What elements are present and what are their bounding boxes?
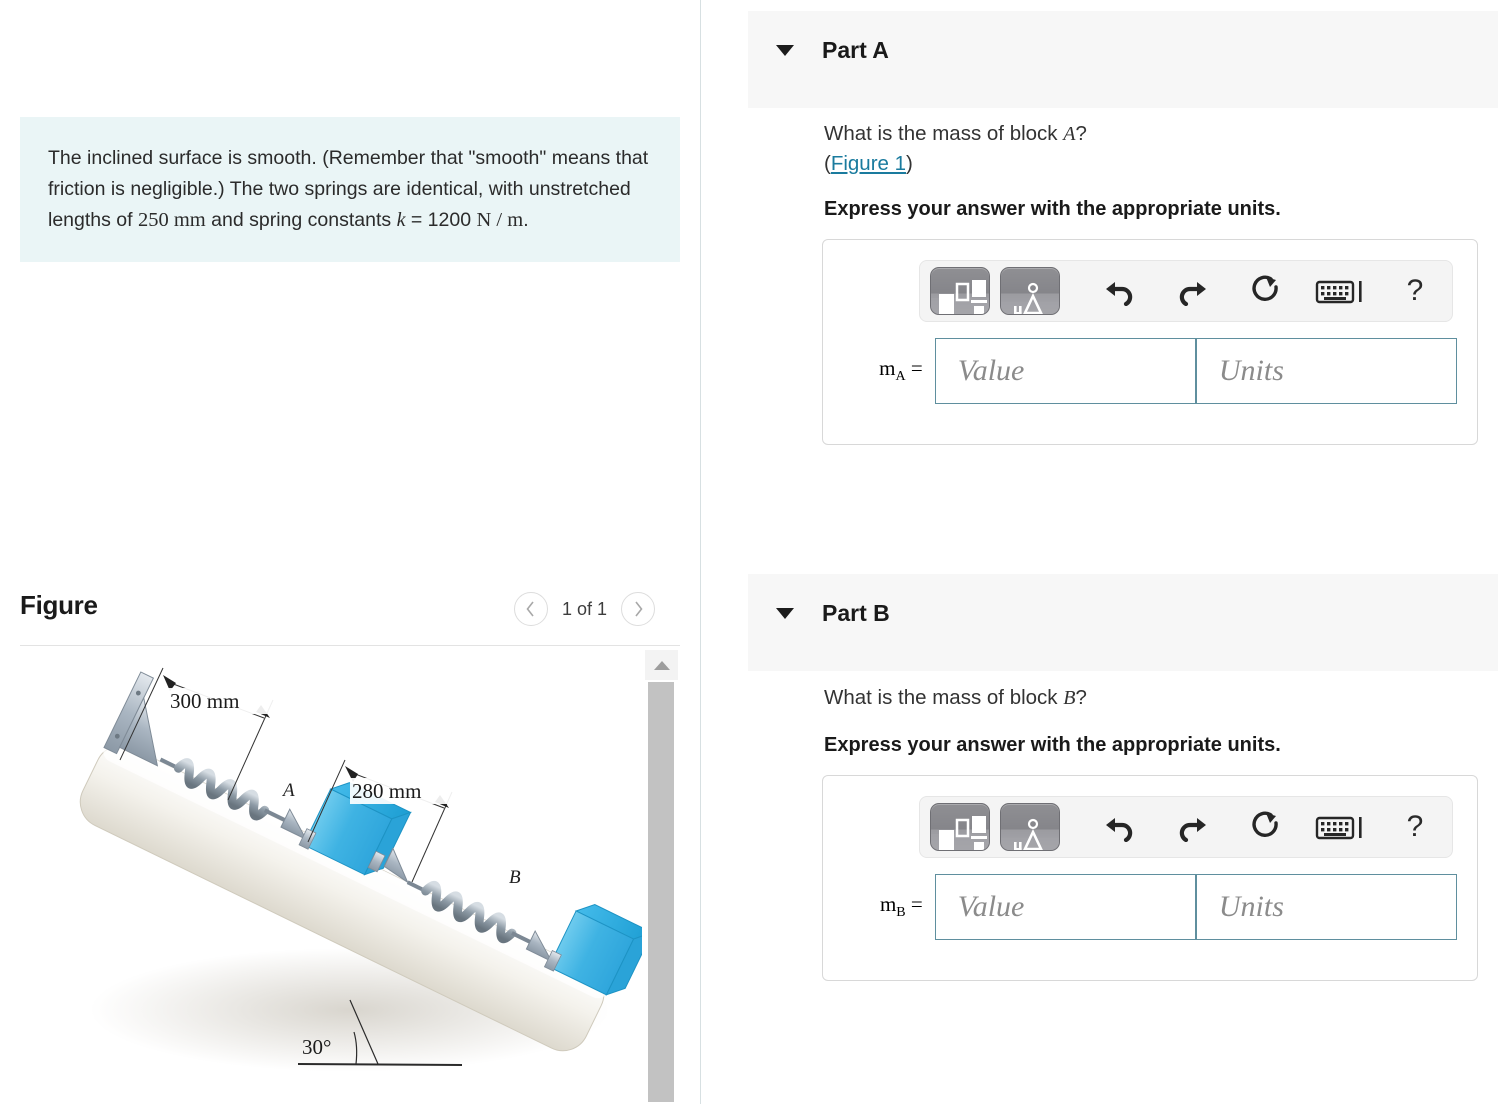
part-a-units-input[interactable]: Units [1195,338,1457,404]
math-template-icon[interactable] [930,267,990,315]
keyboard-glyph [1315,816,1362,840]
part-a-header[interactable]: Part A [748,11,1498,108]
part-a-instruction: Express your answer with the appropriate… [824,198,1281,220]
part-b-question-var: B [1063,687,1076,709]
problem-text-2: and spring constants [205,209,397,231]
part-a-var-sub: A [895,369,906,385]
triangle-up-icon [653,660,670,670]
figure-next-button[interactable] [621,592,655,626]
part-a-question-prefix: What is the mass of block [824,122,1064,145]
part-b-var-sub: B [896,905,906,921]
problem-statement: The inclined surface is smooth. (Remembe… [20,117,680,262]
help-icon[interactable]: ? [1378,803,1452,851]
part-a-answer-row: mA = Value Units [847,338,1457,404]
right-panel: Part A What is the mass of block A? (Fig… [701,0,1498,1104]
undo-icon[interactable] [1082,267,1156,315]
part-b-answer-row: mB = Value Units [847,874,1457,940]
chevron-left-icon [526,601,535,617]
part-b-toolbar: ? [919,796,1453,858]
incline-angle-label: 30° [302,1035,331,1059]
part-b-question-suffix: ? [1075,686,1087,709]
part-b-var-eq: = [905,892,923,917]
unstretched-length-unit: mm [173,209,206,231]
part-b-answer-box: ? mB = Value Units [822,775,1478,981]
figure-divider [20,645,680,646]
problem-period: . [523,209,529,231]
inclined-plane-figure: A B 300 mm 280 mm 30° [79,667,642,1072]
part-a-variable-label: mA = [847,356,935,385]
part-a-var-eq: = [905,356,923,381]
units-glyph [1001,282,1059,314]
reset-icon[interactable] [1230,267,1304,315]
part-b-value-input[interactable]: Value [934,874,1196,940]
unstretched-length-value: 250 [137,209,169,231]
part-a-link-open: ( [824,152,831,175]
keyboard-icon[interactable] [1304,267,1378,315]
figure-title: Figure [20,590,98,620]
part-b-variable-label: mB = [847,892,935,921]
dimension-280-label: 280 mm [352,779,421,803]
part-b-units-input[interactable]: Units [1195,874,1457,940]
figure-1-link[interactable]: Figure 1 [831,152,906,175]
part-b-header[interactable]: Part B [748,574,1498,671]
figure-header: Figure 1 of 1 [20,588,680,644]
reset-glyph [1252,811,1278,837]
part-a-value-input[interactable]: Value [934,338,1196,404]
reset-icon[interactable] [1230,803,1304,851]
part-a-link-close: ) [906,152,913,175]
part-b-instruction: Express your answer with the appropriate… [824,734,1281,756]
part-b-var-prefix: m [879,892,897,917]
figure-scroll-thumb[interactable] [648,682,674,1102]
block-b-label: B [509,867,521,888]
undo-icon[interactable] [1082,803,1156,851]
figure-viewport: A B 300 mm 280 mm 30° [20,650,642,1104]
part-b-question-prefix: What is the mass of block [824,686,1064,709]
collapse-caret-icon[interactable] [776,45,794,56]
math-template-glyph [931,280,989,314]
units-glyph [1001,818,1059,850]
spring-constant-unit: N / m [476,209,524,231]
redo-glyph [1179,282,1206,306]
undo-glyph [1106,282,1133,306]
undo-glyph [1106,818,1133,842]
part-a-title: Part A [822,37,889,63]
spring-constant-equals: = 1200 [405,209,477,231]
figure-scroll-up-button[interactable] [645,650,678,680]
keyboard-icon[interactable] [1304,803,1378,851]
units-icon[interactable] [1000,267,1060,315]
collapse-caret-icon[interactable] [776,608,794,619]
part-a-toolbar: ? [919,260,1453,322]
help-icon[interactable]: ? [1378,267,1452,315]
redo-icon[interactable] [1156,267,1230,315]
part-a-question: What is the mass of block A? (Figure 1) [824,119,1087,179]
figure-prev-button[interactable] [513,592,548,626]
left-panel: The inclined surface is smooth. (Remembe… [0,0,700,1104]
part-a-var-prefix: m [879,356,896,381]
block-a-label: A [281,780,295,801]
math-template-glyph [931,816,989,850]
part-b-title: Part B [822,600,890,626]
part-b-question: What is the mass of block B? [824,683,1087,713]
units-icon[interactable] [1000,803,1060,851]
problem-page: The inclined surface is smooth. (Remembe… [0,0,1498,1104]
part-a-answer-box: ? mA = Value Units [822,239,1478,445]
reset-glyph [1252,275,1278,301]
redo-glyph [1179,818,1206,842]
dimension-300-label: 300 mm [170,689,239,713]
figure-counter: 1 of 1 [561,598,607,619]
figure-navigation: 1 of 1 [513,592,655,626]
redo-icon[interactable] [1156,803,1230,851]
part-a-question-var: A [1063,123,1076,145]
math-template-icon[interactable] [930,803,990,851]
part-a-question-suffix: ? [1075,122,1087,145]
keyboard-glyph [1315,280,1362,304]
chevron-right-icon [634,601,643,617]
